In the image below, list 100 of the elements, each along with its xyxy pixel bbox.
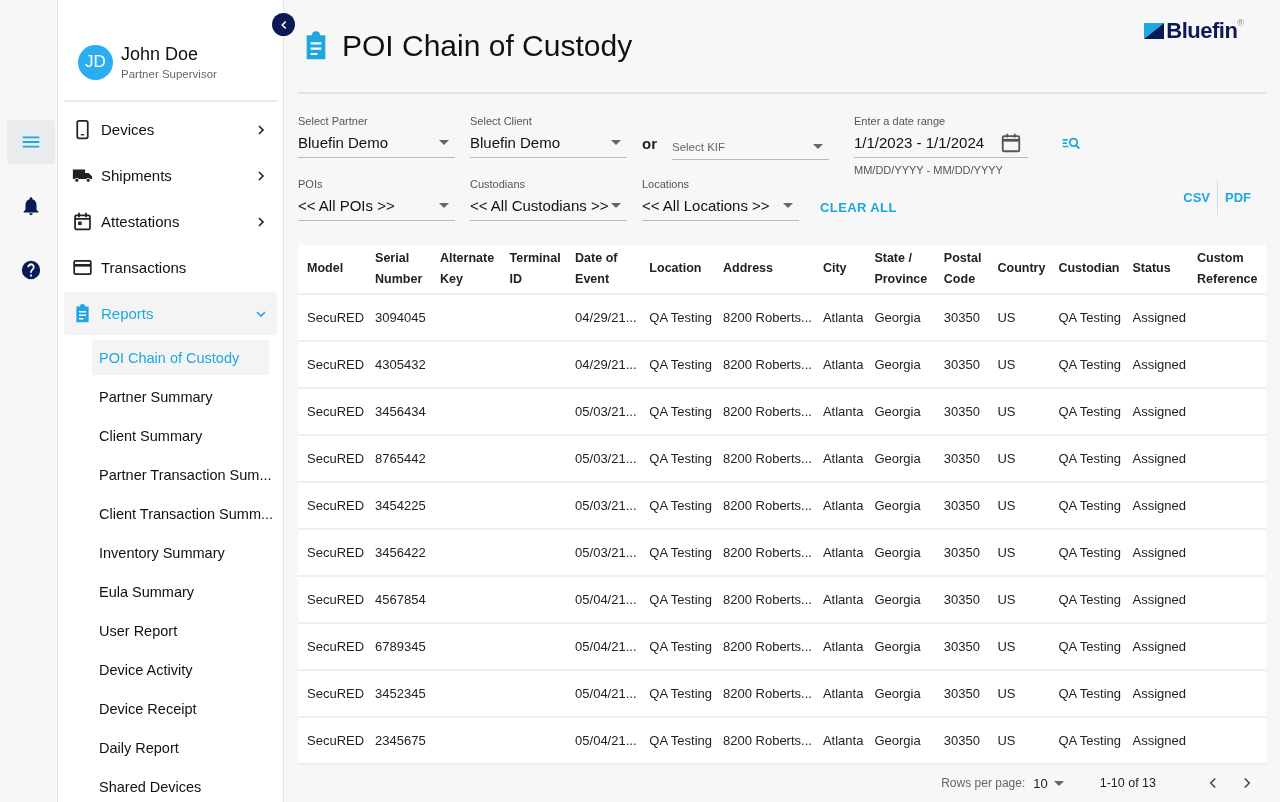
dropdown-caret-icon xyxy=(611,203,621,209)
column-header[interactable]: Location xyxy=(640,244,714,294)
field-label: Enter a date range xyxy=(854,114,947,129)
table-cell: QA Testing xyxy=(1049,528,1124,576)
table-cell: 8200 Roberts... xyxy=(714,387,814,435)
field-label: Custodians xyxy=(470,177,527,192)
table-cell: QA Testing xyxy=(640,387,714,435)
table-cell: QA Testing xyxy=(640,622,714,670)
column-header[interactable]: State / Province xyxy=(865,244,935,294)
submenu-item[interactable]: Client Summary xyxy=(92,418,269,453)
table-cell: 30350 xyxy=(934,340,989,388)
table-cell: QA Testing xyxy=(640,481,714,529)
user-name: John Doe xyxy=(121,44,200,65)
table-cell: Atlanta xyxy=(813,481,866,529)
select-field[interactable]: Bluefin Demo xyxy=(298,128,455,158)
submenu-item[interactable]: Eula Summary xyxy=(92,574,269,609)
submenu-item[interactable]: Shared Devices xyxy=(92,769,269,802)
table-cell: 30350 xyxy=(934,528,989,576)
submenu-item[interactable]: Inventory Summary xyxy=(92,535,269,570)
submenu-item[interactable]: Daily Report xyxy=(92,730,269,765)
table-cell: 04/29/21... xyxy=(566,340,641,388)
help-icon xyxy=(19,259,42,281)
column-header[interactable]: Date of Event xyxy=(566,244,641,294)
table-cell: 05/04/21... xyxy=(566,622,641,670)
table-cell: Atlanta xyxy=(813,716,866,764)
calendar-icon[interactable] xyxy=(1000,131,1022,154)
table-cell: Atlanta xyxy=(813,387,866,435)
column-header[interactable]: Alternate Key xyxy=(430,244,501,294)
avatar: JD xyxy=(78,44,113,80)
column-header[interactable]: Terminal ID xyxy=(500,244,567,294)
table-cell: 05/04/21... xyxy=(566,669,641,717)
column-header[interactable]: Custodian xyxy=(1049,244,1124,294)
select-field[interactable]: Select KIF xyxy=(672,134,829,160)
table-cell: QA Testing xyxy=(1049,669,1124,717)
collapse-button[interactable] xyxy=(272,13,295,36)
table-cell: 05/03/21... xyxy=(566,528,641,576)
submenu-item[interactable]: Partner Summary xyxy=(92,379,269,414)
table-cell: 05/03/21... xyxy=(566,481,641,529)
nav-item[interactable]: Devices xyxy=(64,108,277,151)
table-cell: Georgia xyxy=(865,340,935,388)
table-cell: Georgia xyxy=(865,716,935,764)
submenu-item[interactable]: Device Activity xyxy=(92,652,269,687)
table-cell: 3456434 xyxy=(366,387,431,435)
table-cell: QA Testing xyxy=(640,434,714,482)
table-cell: QA Testing xyxy=(640,528,714,576)
table-cell: 30350 xyxy=(934,622,989,670)
table-cell: Assigned xyxy=(1123,622,1188,670)
table-cell: US xyxy=(988,669,1050,717)
column-header[interactable]: Country xyxy=(988,244,1050,294)
table-cell: Georgia xyxy=(865,622,935,670)
table-cell: 05/03/21... xyxy=(566,387,641,435)
table-cell: QA Testing xyxy=(640,293,714,341)
column-header[interactable]: Model xyxy=(298,244,367,294)
table-cell: Atlanta xyxy=(813,622,866,670)
nav-item[interactable]: Attestations xyxy=(64,200,277,243)
table-cell: QA Testing xyxy=(640,716,714,764)
column-header[interactable]: Serial Number xyxy=(366,244,431,294)
column-header[interactable]: Status xyxy=(1123,244,1188,294)
table-cell: 8200 Roberts... xyxy=(714,434,814,482)
table-cell: Georgia xyxy=(865,387,935,435)
table-cell: Georgia xyxy=(865,528,935,576)
nav-item[interactable]: Shipments xyxy=(64,154,277,197)
table-cell: Atlanta xyxy=(813,528,866,576)
column-header[interactable]: Postal Code xyxy=(934,244,989,294)
submenu-item[interactable]: User Report xyxy=(92,613,269,648)
submenu-item[interactable]: Device Receipt xyxy=(92,691,269,726)
date-range-field[interactable]: 1/1/2023 - 1/1/2024 xyxy=(854,128,1028,158)
menu-button[interactable] xyxy=(6,120,55,164)
table-cell: QA Testing xyxy=(1049,575,1124,623)
table-cell: QA Testing xyxy=(1049,716,1124,764)
select-field[interactable]: << All Custodians >> xyxy=(470,191,627,221)
table-cell: US xyxy=(988,434,1050,482)
column-header[interactable]: City xyxy=(813,244,866,294)
rows-per-page-label: Rows per page: xyxy=(941,776,1026,791)
table-cell: Atlanta xyxy=(813,293,866,341)
table-cell: Atlanta xyxy=(813,434,866,482)
or-label: or xyxy=(642,134,657,152)
page-range: 1-10 of 13 xyxy=(1099,776,1156,791)
table-cell: 8200 Roberts... xyxy=(714,669,814,717)
select-field[interactable]: << All POIs >> xyxy=(298,191,455,221)
rows-per-page-select[interactable]: 10 xyxy=(1033,775,1064,791)
table-cell: SecuRED xyxy=(298,387,367,435)
dropdown-caret-icon xyxy=(783,203,793,209)
table-cell: US xyxy=(988,340,1050,388)
table-cell: Assigned xyxy=(1123,387,1188,435)
submenu-item[interactable]: Partner Transaction Sum... xyxy=(92,457,269,492)
table-cell: 05/04/21... xyxy=(566,575,641,623)
table-cell: Georgia xyxy=(865,481,935,529)
table-cell: SecuRED xyxy=(298,434,367,482)
select-field[interactable]: Bluefin Demo xyxy=(470,128,627,158)
field-label: Locations xyxy=(642,177,691,192)
table-cell: 05/03/21... xyxy=(566,434,641,482)
table-cell: US xyxy=(988,622,1050,670)
column-header[interactable]: Address xyxy=(714,244,814,294)
table-cell: Atlanta xyxy=(813,575,866,623)
column-header[interactable]: Custom Reference xyxy=(1188,244,1266,294)
nav-item[interactable]: Transactions xyxy=(64,246,277,289)
brand-logo: Bluefin$^{®}$ xyxy=(1144,18,1244,44)
table-cell: 8765442 xyxy=(366,434,431,482)
select-field[interactable]: << All Locations >> xyxy=(642,191,799,221)
